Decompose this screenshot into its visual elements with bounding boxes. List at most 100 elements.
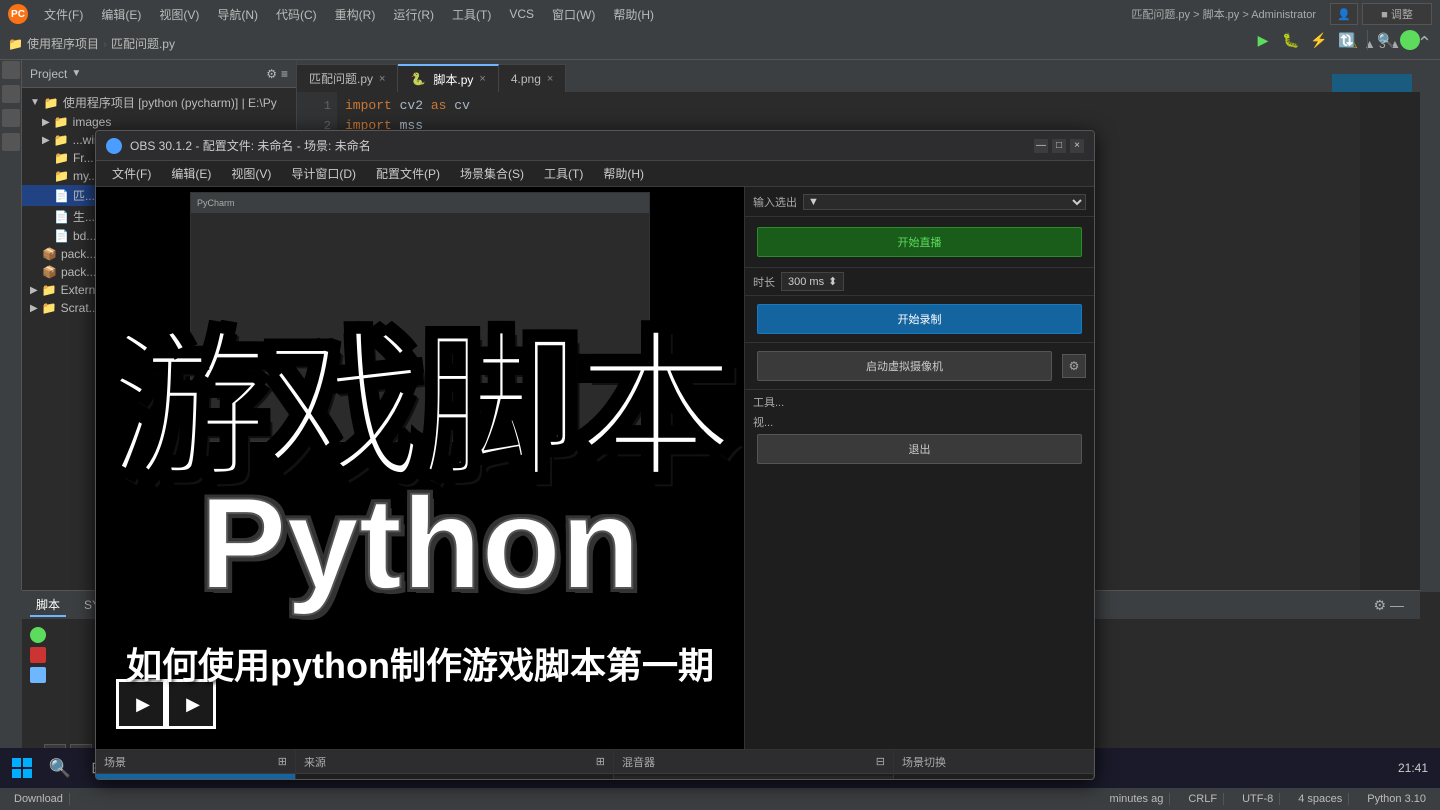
tab-matchquestion-label: 匹配问题.py	[309, 70, 373, 87]
obs-scenes-label: 场景	[104, 754, 126, 770]
status-indent[interactable]: 4 spaces	[1292, 793, 1349, 805]
tree-root-label: 使用程序项目 [python (pycharm)] | E:\Py	[63, 94, 277, 111]
obs-minimize-btn[interactable]: —	[1034, 139, 1048, 153]
obs-source-checkbox[interactable]	[304, 779, 316, 780]
menu-window[interactable]: 窗口(W)	[544, 4, 603, 25]
obs-duration-input[interactable]: 300 ms ⬍	[781, 272, 844, 291]
obs-source-display[interactable]: 👁 🔒 显示器采集	[296, 774, 613, 780]
tab-png-label: 4.png	[511, 72, 541, 86]
obs-duration-spinner[interactable]: ⬍	[828, 275, 837, 288]
tab-script-close[interactable]: ×	[479, 73, 485, 85]
obs-source-lock[interactable]: 🔒	[341, 780, 353, 781]
menu-view[interactable]: 视图(V)	[151, 4, 207, 25]
status-python[interactable]: Python 3.10	[1361, 793, 1432, 805]
run-button[interactable]: ▶	[1251, 28, 1275, 52]
run-buttons	[26, 623, 50, 687]
sidebar-icon-3[interactable]	[2, 109, 20, 127]
obs-io-row: 输入选出 ▼	[745, 187, 1094, 217]
line-num-1: 1	[297, 96, 331, 116]
obs-menu-view[interactable]: 视图(V)	[223, 163, 279, 184]
obs-close-btn[interactable]: ×	[1070, 139, 1084, 153]
tree-fr-label: Fr...	[73, 151, 94, 165]
obs-menu-scenes[interactable]: 场景集合(S)	[452, 163, 532, 184]
toolbar: 📁 使用程序项目 › 匹配问题.py ⚠ ▲ 3 ▲ 1 ⌃	[0, 28, 1440, 60]
menu-run[interactable]: 运行(R)	[385, 4, 442, 25]
import-cv2: cv2	[400, 98, 431, 113]
bottom-close[interactable]: —	[1390, 597, 1404, 614]
obs-maximize-btn[interactable]: □	[1052, 139, 1066, 153]
layout-button[interactable]: ■ 调整	[1362, 3, 1432, 25]
restart-icon[interactable]	[30, 667, 46, 683]
obs-win-controls: — □ ×	[1034, 139, 1084, 153]
bottom-tab-script[interactable]: 脚本	[30, 594, 66, 617]
obs-menu-file[interactable]: 文件(F)	[104, 163, 159, 184]
debug-button[interactable]: 🐛	[1279, 28, 1303, 52]
menu-file[interactable]: 文件(F)	[36, 4, 91, 25]
tab-matchquestion[interactable]: 匹配问题.py ×	[297, 64, 398, 92]
obs-virtualcam-btn[interactable]: 启动虚拟摄像机	[757, 351, 1052, 381]
obs-menubar: 文件(F) 编辑(E) 视图(V) 导计窗口(D) 配置文件(P) 场景集合(S…	[96, 161, 1094, 187]
obs-input-dropdown[interactable]: ▼	[803, 194, 1086, 210]
profile-button[interactable]: 👤	[1330, 3, 1358, 25]
taskbar-time: 21:41	[1398, 761, 1428, 775]
project-gear[interactable]: ⚙	[266, 67, 277, 81]
structure-panel	[0, 590, 22, 770]
obs-transitions-label: 场景切换	[902, 754, 946, 770]
obs-menu-help[interactable]: 帮助(H)	[595, 163, 652, 184]
menu-tools[interactable]: 工具(T)	[444, 4, 499, 25]
run-icon[interactable]	[30, 627, 46, 643]
sidebar-icon-4[interactable]	[2, 133, 20, 151]
status-crlf[interactable]: CRLF	[1182, 793, 1224, 805]
stop-icon[interactable]	[30, 647, 46, 663]
obs-title-text: OBS 30.1.2 - 配置文件: 未命名 - 场景: 未命名	[130, 137, 1034, 154]
status-encoding[interactable]: UTF-8	[1236, 793, 1280, 805]
sidebar-icon-2[interactable]	[2, 85, 20, 103]
menu-refactor[interactable]: 重构(R)	[327, 4, 384, 25]
user-avatar[interactable]	[1400, 30, 1420, 50]
menu-help[interactable]: 帮助(H)	[605, 4, 662, 25]
code-line-1: import cv2 as cv	[345, 96, 1412, 116]
toolbar-project-icon: 📁	[8, 37, 23, 51]
tabs-bar: 匹配问题.py × 🐍 脚本.py × 4.png ×	[297, 60, 1420, 92]
obs-start-recording-btn[interactable]: 开始录制	[757, 304, 1082, 334]
tab-png-close[interactable]: ×	[547, 73, 553, 85]
obs-tools-label: 工具...	[753, 394, 784, 410]
tab-script[interactable]: 🐍 脚本.py ×	[398, 64, 498, 92]
obs-scene-item-main[interactable]: 场景	[96, 774, 295, 780]
menu-edit[interactable]: 编辑(E)	[93, 4, 149, 25]
bottom-gear[interactable]: ⚙	[1373, 597, 1386, 614]
obs-menu-profile[interactable]: 配置文件(P)	[368, 163, 448, 184]
obs-menu-edit[interactable]: 编辑(E)	[163, 163, 219, 184]
taskbar-search[interactable]: 🔍	[42, 750, 78, 786]
tab-png[interactable]: 4.png ×	[499, 64, 566, 92]
obs-mixer-icon: ⊟	[876, 755, 885, 768]
search-button[interactable]: 🔍	[1376, 30, 1396, 50]
obs-right-panels: 输入选出 ▼ 开始直播 时长 300 ms ⬍ 开始录制	[744, 187, 1094, 749]
menu-navigate[interactable]: 导航(N)	[209, 4, 266, 25]
toolbar-file-label: 匹配问题.py	[111, 35, 175, 52]
coverage-button[interactable]: 🔃	[1335, 28, 1359, 52]
obs-menu-dockwindow[interactable]: 导计窗口(D)	[283, 163, 364, 184]
right-scrollbar[interactable]	[1420, 60, 1440, 590]
obs-menu-tools[interactable]: 工具(T)	[536, 163, 591, 184]
tree-images[interactable]: ▶ 📁 images	[22, 113, 296, 131]
project-chevron: ▼	[71, 68, 81, 79]
obs-virtualcam-settings[interactable]: ⚙	[1062, 354, 1086, 378]
pycharm-icon: PC	[8, 4, 28, 24]
import-keyword-1: import	[345, 98, 392, 113]
menu-vcs[interactable]: VCS	[501, 5, 542, 23]
project-close[interactable]: ≡	[281, 67, 288, 81]
project-label: Project	[30, 67, 67, 81]
obs-virtualcam-row: 启动虚拟摄像机 ⚙	[745, 343, 1094, 390]
obs-source-eye[interactable]: 👁	[322, 780, 335, 781]
obs-start-streaming-btn[interactable]: 开始直播	[757, 227, 1082, 257]
taskbar-start[interactable]	[4, 750, 40, 786]
profile-run-button[interactable]: ⚡	[1307, 28, 1331, 52]
status-bar: Download minutes ag CRLF UTF-8 4 spaces …	[0, 788, 1440, 810]
import-cv: cv	[454, 98, 470, 113]
tab-matchquestion-close[interactable]: ×	[379, 73, 385, 85]
tree-root[interactable]: ▼ 📁 使用程序项目 [python (pycharm)] | E:\Py	[22, 92, 296, 113]
obs-exit-btn[interactable]: 退出	[757, 434, 1082, 464]
menu-code[interactable]: 代码(C)	[268, 4, 325, 25]
sidebar-icon-1[interactable]	[2, 61, 20, 79]
